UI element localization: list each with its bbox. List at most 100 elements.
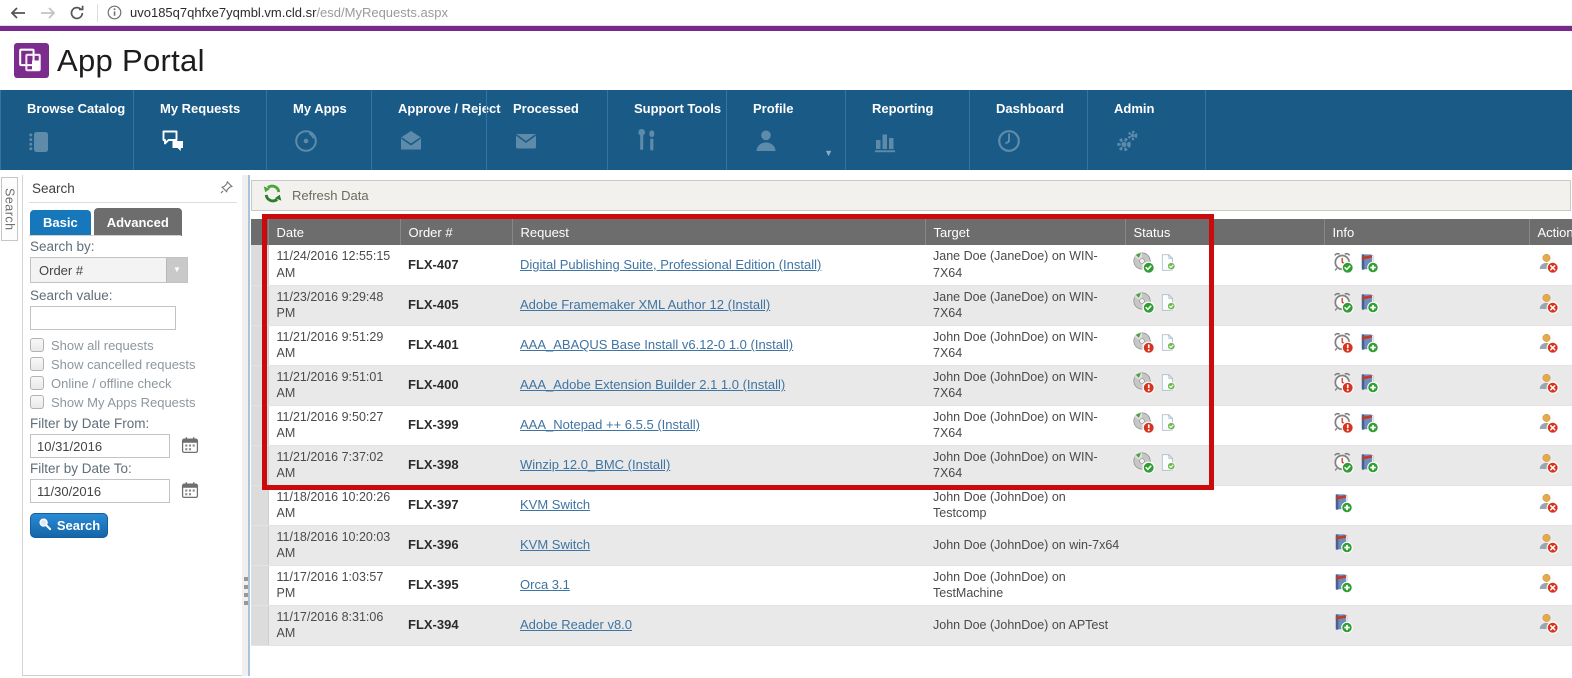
col-status[interactable]: Status [1125, 219, 1213, 245]
nav-dashboard[interactable]: Dashboard [969, 90, 1087, 170]
forward-icon[interactable] [39, 5, 57, 21]
nav-my-apps[interactable]: My Apps [266, 90, 371, 170]
row-status-icons [1125, 605, 1213, 645]
user-cancel-icon[interactable] [1537, 572, 1559, 599]
search-value-input[interactable] [30, 306, 176, 330]
request-link[interactable]: AAA_Notepad ++ 6.5.5 (Install) [520, 417, 700, 432]
alarm-error-icon[interactable] [1332, 412, 1354, 439]
request-link[interactable]: AAA_ABAQUS Base Install v6.12-0 1.0 (Ins… [520, 337, 793, 352]
log-add-icon[interactable] [1332, 532, 1353, 559]
nav-my-requests[interactable]: My Requests [133, 90, 266, 170]
search-by-label: Search by: [30, 239, 95, 254]
search-panel: Search BasicAdvanced Search by: Order # … [22, 175, 242, 676]
panel-splitter[interactable] [242, 175, 250, 676]
checkbox-icon[interactable] [30, 338, 44, 352]
row-gutter-cell [251, 565, 268, 605]
log-add-icon[interactable] [1358, 372, 1379, 399]
row-gutter-cell [251, 405, 268, 445]
log-add-icon[interactable] [1358, 412, 1379, 439]
request-link[interactable]: Adobe Reader v8.0 [520, 617, 632, 632]
user-cancel-icon[interactable] [1537, 332, 1559, 359]
chevron-down-icon[interactable]: ▼ [824, 148, 833, 158]
log-add-icon[interactable] [1358, 452, 1379, 479]
alarm-success-icon[interactable] [1332, 252, 1354, 279]
alarm-error-icon[interactable] [1332, 332, 1354, 359]
log-add-icon[interactable] [1332, 492, 1353, 519]
request-link[interactable]: Adobe Framemaker XML Author 12 (Install) [520, 297, 770, 312]
user-cancel-icon[interactable] [1537, 532, 1559, 559]
search-button[interactable]: Search [30, 513, 108, 538]
log-add-icon[interactable] [1358, 292, 1379, 319]
request-link[interactable]: AAA_Adobe Extension Builder 2.1 1.0 (Ins… [520, 377, 785, 392]
nav-support-tools[interactable]: Support Tools [607, 90, 726, 170]
row-date: 11/17/2016 8:31:06 AM [268, 605, 400, 645]
row-blank-cell [1213, 245, 1324, 285]
pin-icon[interactable] [220, 181, 233, 199]
col-action[interactable]: Action [1529, 219, 1572, 245]
date-from-input[interactable] [30, 434, 170, 458]
request-link[interactable]: Digital Publishing Suite, Professional E… [520, 257, 821, 272]
checkbox-icon[interactable] [30, 395, 44, 409]
request-link[interactable]: KVM Switch [520, 497, 590, 512]
alarm-error-icon[interactable] [1332, 372, 1354, 399]
col-info[interactable]: Info [1324, 219, 1529, 245]
user-cancel-icon[interactable] [1537, 492, 1559, 519]
nav-admin[interactable]: Admin [1087, 90, 1206, 170]
row-target: Jane Doe (JaneDoe) on WIN-7X64 [925, 285, 1125, 325]
refresh-data-button[interactable]: Refresh Data [251, 180, 1571, 211]
nav-approve-reject[interactable]: Approve / Reject [371, 90, 486, 170]
tab-basic[interactable]: Basic [30, 210, 91, 236]
chevron-down-icon[interactable]: ▼ [166, 258, 187, 282]
request-link[interactable]: KVM Switch [520, 537, 590, 552]
row-blank-cell [1213, 565, 1324, 605]
row-gutter-cell [251, 445, 268, 485]
checkbox-icon[interactable] [30, 376, 44, 390]
row-action-icons [1529, 525, 1572, 565]
calendar-icon[interactable] [181, 481, 199, 504]
chat-bubbles-icon [160, 128, 187, 159]
row-blank-cell [1213, 405, 1324, 445]
log-add-icon[interactable] [1358, 332, 1379, 359]
user-cancel-icon[interactable] [1537, 452, 1559, 479]
tab-advanced[interactable]: Advanced [94, 208, 182, 236]
search-rail-tab[interactable]: Search [1, 177, 18, 241]
user-cancel-icon[interactable] [1537, 372, 1559, 399]
doc-success-icon [1159, 373, 1177, 397]
envelope-open-icon [398, 128, 424, 159]
request-row: 11/17/2016 1:03:57 PM FLX-395 Orca 3.1 J… [251, 565, 1572, 605]
log-add-icon[interactable] [1332, 612, 1353, 639]
alarm-success-icon[interactable] [1332, 452, 1354, 479]
search-by-select[interactable]: Order # ▼ [30, 257, 188, 283]
col-order[interactable]: Order # [400, 219, 512, 245]
log-add-icon[interactable] [1332, 572, 1353, 599]
row-blank-cell [1213, 365, 1324, 405]
col-request[interactable]: Request [512, 219, 925, 245]
checkbox-icon[interactable] [30, 357, 44, 371]
reload-icon[interactable] [69, 5, 85, 21]
back-icon[interactable] [9, 5, 27, 21]
calendar-icon[interactable] [181, 436, 199, 459]
request-link[interactable]: Orca 3.1 [520, 577, 570, 592]
row-blank-cell [1213, 285, 1324, 325]
col-date[interactable]: Date [268, 219, 400, 245]
nav-processed[interactable]: Processed [486, 90, 607, 170]
date-to-input[interactable] [30, 479, 170, 503]
user-cancel-icon[interactable] [1537, 612, 1559, 639]
alarm-success-icon[interactable] [1332, 292, 1354, 319]
col-blank [1213, 219, 1324, 245]
row-status-icons [1125, 405, 1213, 445]
log-add-icon[interactable] [1358, 252, 1379, 279]
nav-reporting[interactable]: Reporting [845, 90, 969, 170]
nav-profile[interactable]: Profile ▼ [726, 90, 845, 170]
request-link[interactable]: Winzip 12.0_BMC (Install) [520, 457, 670, 472]
address-bar[interactable]: uvo185q7qhfxe7yqmbl.vm.cld.sr/esd/MyRequ… [130, 5, 448, 20]
row-request: Adobe Framemaker XML Author 12 (Install) [512, 285, 925, 325]
nav-browse-catalog[interactable]: Browse Catalog [0, 90, 133, 170]
col-target[interactable]: Target [925, 219, 1125, 245]
app-title: App Portal [57, 43, 205, 79]
row-target: John Doe (JohnDoe) on WIN-7X64 [925, 445, 1125, 485]
page-info-icon[interactable] [107, 5, 122, 20]
user-cancel-icon[interactable] [1537, 412, 1559, 439]
user-cancel-icon[interactable] [1537, 252, 1559, 279]
user-cancel-icon[interactable] [1537, 292, 1559, 319]
